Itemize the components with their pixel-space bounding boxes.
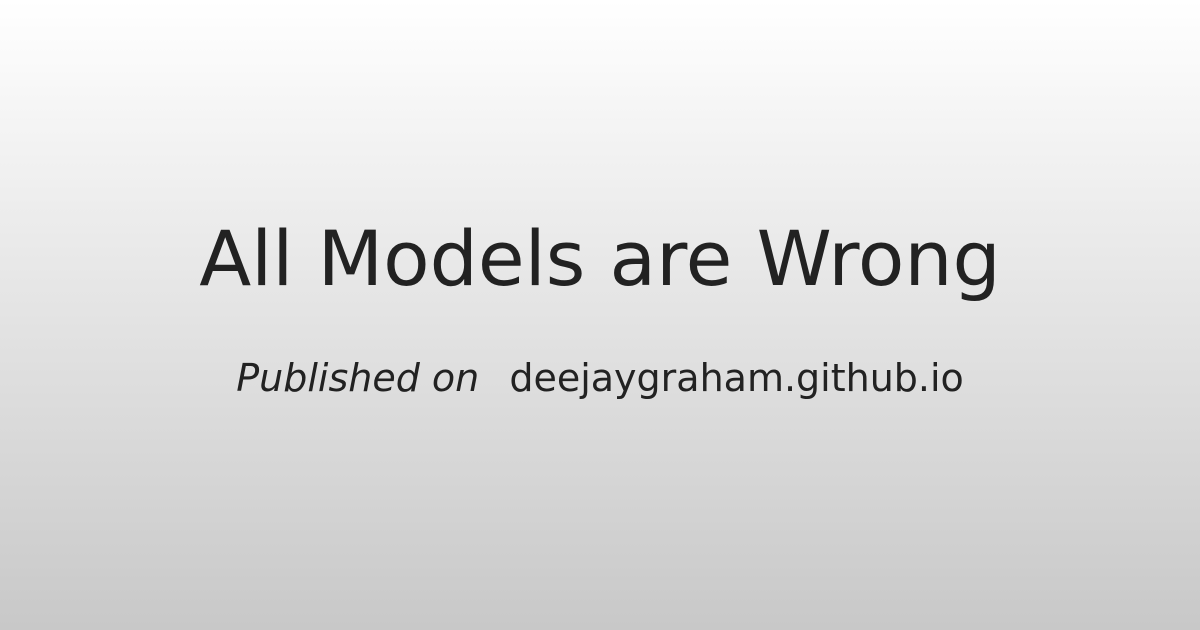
site-domain: deejaygraham.github.io — [509, 356, 964, 400]
social-card: All Models are Wrong Published on deejay… — [0, 0, 1200, 630]
byline: Published on deejaygraham.github.io — [0, 352, 1200, 404]
byline-prefix: Published on — [236, 356, 480, 400]
page-title: All Models are Wrong — [199, 214, 1001, 303]
